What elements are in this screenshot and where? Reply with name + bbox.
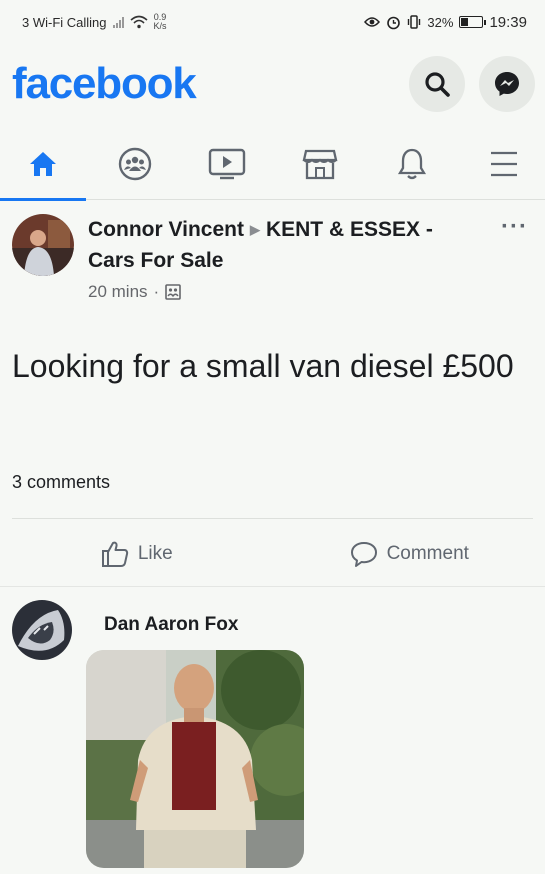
status-right: 32% 19:39 bbox=[364, 14, 527, 31]
battery-fill bbox=[461, 18, 469, 26]
messenger-icon bbox=[495, 72, 519, 96]
comment-icon bbox=[350, 542, 377, 567]
marketplace-icon bbox=[302, 149, 337, 179]
like-label: Like bbox=[137, 543, 173, 564]
vibrate-icon bbox=[408, 15, 421, 29]
status-left: 3 Wi-Fi Calling 0.9 K/s bbox=[22, 13, 167, 31]
signal-icon bbox=[112, 16, 124, 28]
like-button[interactable]: Like bbox=[0, 530, 273, 578]
tab-groups[interactable] bbox=[108, 133, 162, 195]
shared-to-arrow-icon: ▶ bbox=[249, 222, 260, 237]
post-header: Connor Vincent ▶ KENT & ESSEX - Cars For S… bbox=[12, 214, 534, 302]
net-speed-unit: K/s bbox=[153, 21, 167, 31]
author-name[interactable]: Connor Vincent bbox=[88, 218, 244, 241]
menu-icon bbox=[490, 151, 517, 176]
carrier-label: 3 Wi-Fi Calling bbox=[22, 14, 107, 30]
author-avatar[interactable] bbox=[12, 214, 74, 276]
tab-watch[interactable] bbox=[200, 133, 254, 195]
battery-percent: 32% bbox=[427, 14, 454, 30]
commenter-name[interactable]: Dan Aaron Fox bbox=[104, 614, 304, 636]
divider bbox=[0, 586, 545, 587]
tab-notifications[interactable] bbox=[385, 133, 439, 195]
eye-icon bbox=[364, 17, 381, 27]
group-privacy-icon bbox=[165, 284, 182, 300]
comments-count[interactable]: 3 comments bbox=[12, 472, 110, 493]
commenter-avatar[interactable] bbox=[12, 600, 72, 660]
post-text: Looking for a small van diesel £500 bbox=[12, 348, 514, 384]
commenter-avatar-image bbox=[12, 600, 72, 660]
messenger-button[interactable] bbox=[479, 56, 535, 112]
nav-bar bbox=[0, 128, 545, 201]
battery-icon bbox=[459, 16, 487, 28]
comment-button[interactable]: Comment bbox=[273, 530, 545, 578]
comment-label: Comment bbox=[386, 543, 469, 564]
comment-body: Dan Aaron Fox bbox=[86, 600, 304, 868]
header-actions bbox=[409, 56, 535, 112]
tab-menu[interactable] bbox=[477, 133, 531, 195]
tab-marketplace[interactable] bbox=[293, 133, 347, 195]
comment-photo[interactable] bbox=[86, 650, 304, 868]
post-meta: Connor Vincent ▶ KENT & ESSEX - Cars For S… bbox=[88, 214, 478, 302]
search-icon bbox=[425, 72, 450, 97]
comment-photo-image bbox=[86, 650, 304, 868]
search-button[interactable] bbox=[409, 56, 465, 112]
clock: 19:39 bbox=[489, 13, 527, 31]
groups-icon bbox=[118, 147, 152, 180]
alarm-icon bbox=[387, 16, 401, 29]
home-icon bbox=[30, 151, 56, 176]
post-title: Connor Vincent ▶ KENT & ESSEX - Cars For S… bbox=[88, 214, 478, 276]
wifi-icon bbox=[129, 15, 148, 29]
comment-item: Dan Aaron Fox bbox=[12, 600, 532, 868]
net-speed: 0.9 K/s bbox=[154, 13, 167, 31]
post-actions: Like Comment bbox=[0, 530, 545, 578]
like-icon bbox=[101, 541, 128, 567]
watch-icon bbox=[209, 148, 246, 179]
tab-home[interactable] bbox=[0, 133, 86, 201]
divider bbox=[12, 518, 533, 519]
app-header: facebook bbox=[0, 48, 545, 120]
post-subline: 20 mins · bbox=[88, 282, 478, 302]
meta-separator: · bbox=[153, 282, 160, 301]
status-bar: 3 Wi-Fi Calling 0.9 K/s 32% 19:39 bbox=[0, 0, 545, 44]
facebook-logo[interactable]: facebook bbox=[12, 59, 197, 109]
notifications-icon bbox=[397, 148, 426, 179]
post-time[interactable]: 20 mins bbox=[88, 282, 148, 302]
author-avatar-image bbox=[12, 214, 74, 276]
more-options-icon[interactable]: ··· bbox=[501, 215, 528, 239]
